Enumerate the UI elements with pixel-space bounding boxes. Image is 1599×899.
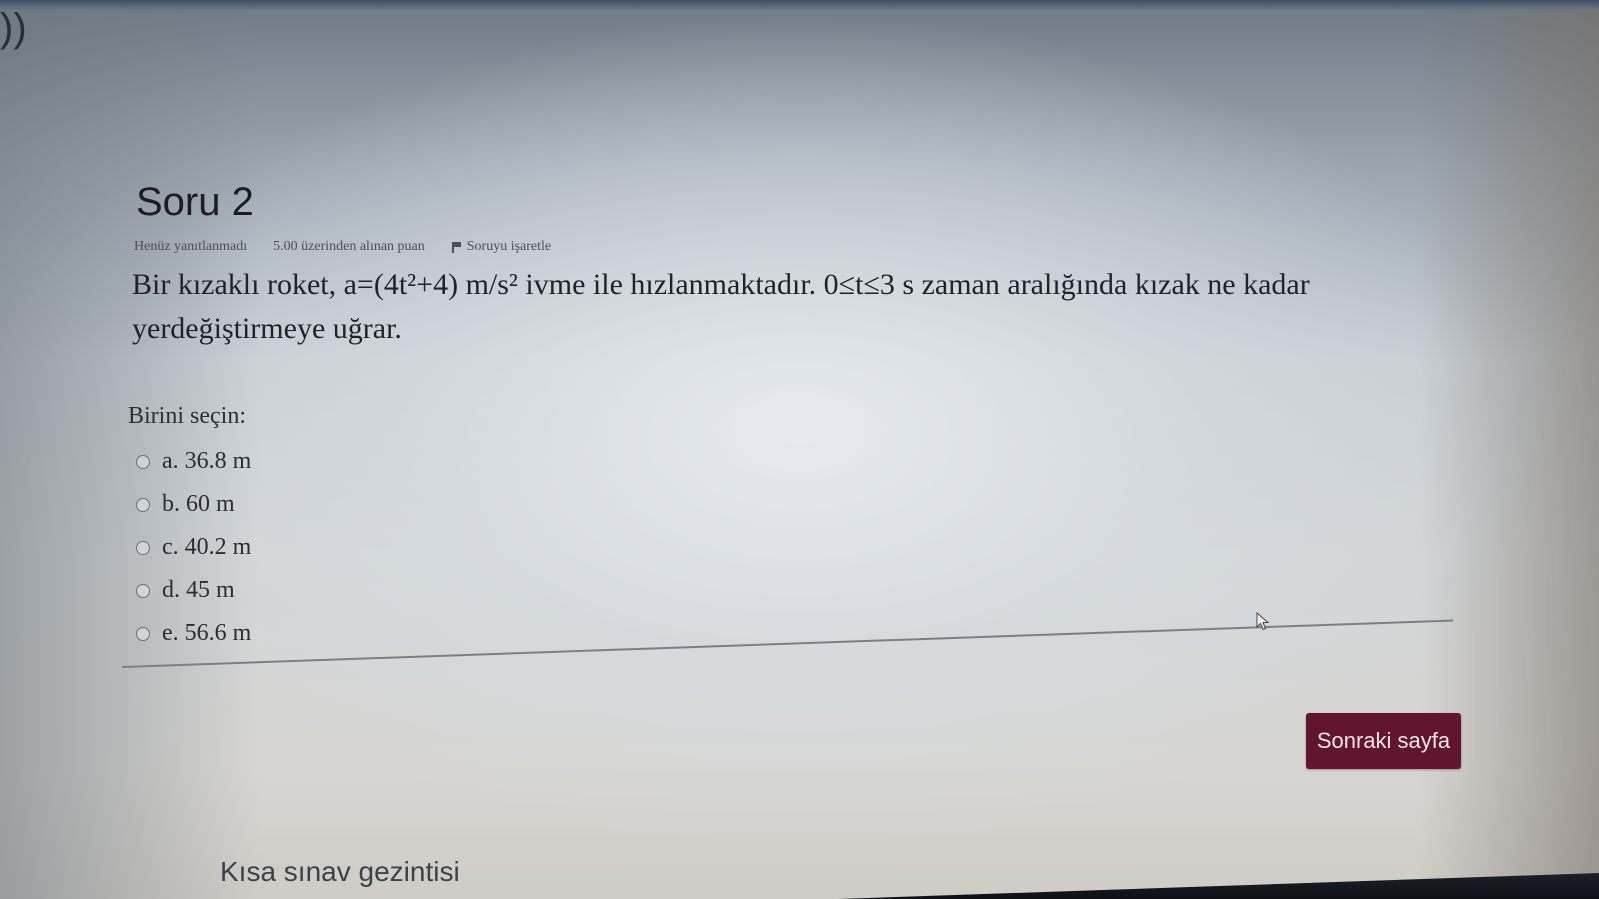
answer-option-e[interactable]: e. 56.6 m [136,612,1448,655]
flag-icon [451,241,461,253]
answer-option-b[interactable]: b. 60 m [136,483,1448,526]
flag-question-link[interactable]: Soruyu işaretle [451,239,551,255]
answer-option-c[interactable]: c. 40.2 m [136,526,1448,569]
radio-icon[interactable] [136,626,150,641]
flag-question-label: Soruyu işaretle [466,239,552,254]
answer-option-d[interactable]: d. 45 m [136,569,1448,612]
radio-icon[interactable] [136,454,150,469]
quiz-navigation-heading: Kısa sınav gezintisi [220,856,460,887]
question-info: Henüz yanıtlanmadı 5.00 üzerinden alınan… [134,239,1448,255]
answer-option-label: c. 40.2 m [162,534,252,560]
answer-option-label: b. 60 m [162,491,235,517]
question-title: Soru 2 [136,180,254,224]
browser-top-edge [0,0,1599,10]
partial-glyph: )) [0,6,27,50]
radio-icon[interactable] [136,583,150,598]
answer-options: a. 36.8 m b. 60 m c. 40.2 m d. 45 m e. 5… [128,440,1448,655]
radio-icon[interactable] [136,540,150,555]
answer-option-label: e. 56.6 m [162,620,252,646]
radio-icon[interactable] [136,497,150,512]
os-taskbar [839,873,1599,899]
answer-prompt: Birini seçin: [128,403,246,429]
question-points: 5.00 üzerinden alınan puan [273,239,425,254]
answer-option-label: a. 36.8 m [162,448,252,474]
question-status: Henüz yanıtlanmadı [134,239,248,254]
answer-option-label: d. 45 m [162,577,235,603]
next-page-button[interactable]: Sonraki sayfa [1306,713,1461,769]
question-text: Bir kızaklı roket, a=(4t²+4) m/s² ivme i… [132,268,1310,345]
question-card: Soru 2 Henüz yanıtlanmadı 5.00 üzerinden… [128,180,1448,655]
answer-option-a[interactable]: a. 36.8 m [136,440,1448,483]
